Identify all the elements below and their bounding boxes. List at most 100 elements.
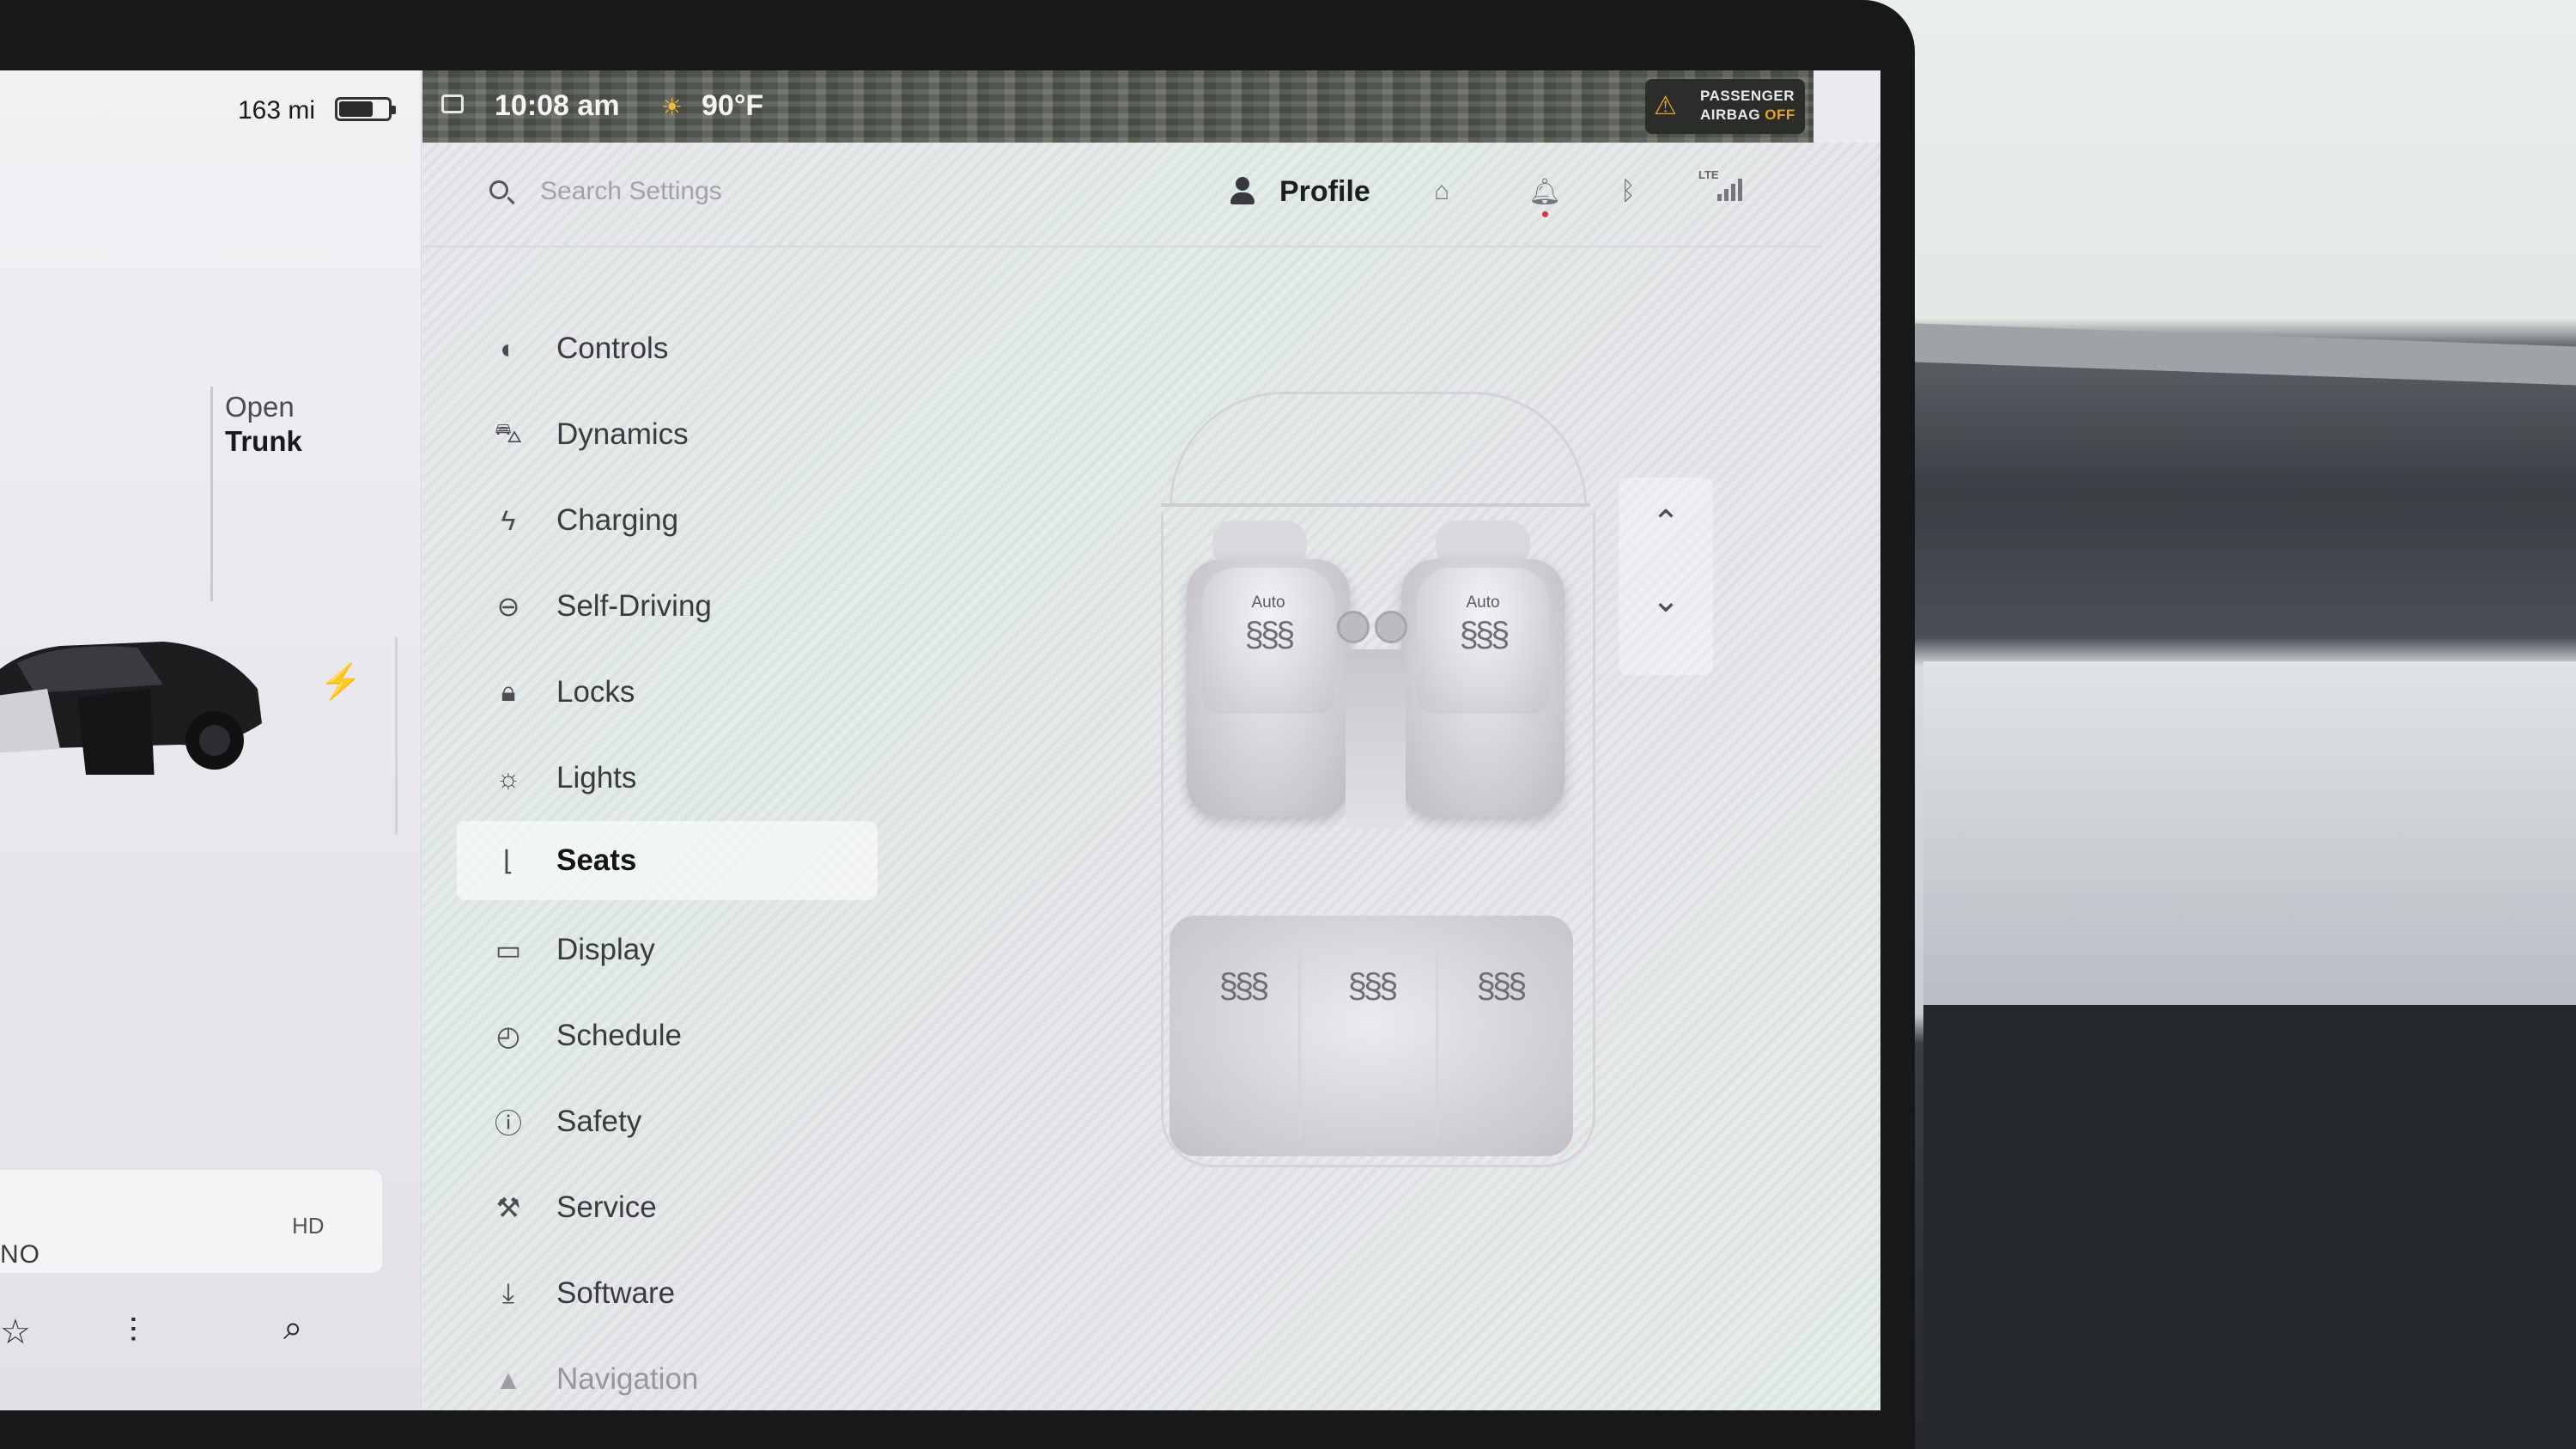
windshield-outline [1170, 392, 1587, 506]
lock-icon: 🔒︎ [501, 676, 516, 707]
menu-item-label: Safety [556, 1105, 642, 1138]
notification-bell-icon[interactable]: 🔔︎ [1528, 177, 1561, 207]
rear-seat-bench: §§§ §§§ §§§ [1170, 916, 1573, 1156]
download-icon: ⤓ [501, 1277, 515, 1308]
display-icon: ▭ [495, 935, 522, 965]
menu-item-lights[interactable]: ☼ Lights [457, 735, 878, 821]
menu-item-locks[interactable]: 🔒︎ Locks [457, 649, 878, 735]
menu-item-self-driving[interactable]: ⊖ Self-Driving [457, 563, 878, 649]
menu-item-label: Lights [556, 761, 637, 795]
status-bar: 10:08 am ☀ 90°F ⚠ PASSENGER AIRBAG OFF [422, 70, 1814, 143]
media-station-text: NO [0, 1240, 40, 1269]
dashboard-lower [1923, 1005, 2576, 1449]
bolt-icon: ϟ [501, 504, 516, 536]
driver-seat-mode: Auto [1251, 594, 1285, 612]
media-search-icon[interactable]: ⌕ [283, 1309, 302, 1348]
menu-item-label: Dynamics [556, 417, 689, 451]
cellular-signal-icon [1717, 177, 1747, 201]
open-trunk-button[interactable]: Open Trunk [225, 390, 302, 459]
car-render [0, 642, 262, 775]
rear-center-seat-heater[interactable]: §§§ [1307, 967, 1436, 1006]
profile-icon[interactable] [1230, 177, 1255, 208]
rear-right-seat-heater[interactable]: §§§ [1436, 967, 1564, 1006]
menu-item-schedule[interactable]: ◴ Schedule [457, 993, 878, 1079]
toggle-icon: ◐ [500, 332, 517, 364]
homelink-garage-icon[interactable]: ⌂ [1434, 177, 1449, 206]
lock-status-icon[interactable] [441, 94, 464, 113]
seat-scroll-controls: ⌃ ⌄ [1619, 478, 1713, 675]
car-panel: 163 mi Open Trunk ⚡ NO HD ☆ ⫶ ⌕ [0, 70, 422, 1410]
outside-temperature: 90°F [702, 89, 764, 122]
menu-item-label: Self-Driving [556, 589, 712, 623]
menu-item-label: Service [556, 1190, 657, 1224]
menu-item-service[interactable]: ⚒ Service [457, 1165, 878, 1251]
menu-item-label: Display [556, 933, 655, 966]
favorite-star-icon[interactable]: ☆ [0, 1312, 31, 1352]
menu-item-software[interactable]: ⤓ Software [457, 1251, 878, 1336]
clock-icon: ◴ [496, 1020, 520, 1051]
center-console [1346, 649, 1406, 830]
trunk-indicator-line [210, 387, 213, 601]
chevron-down-icon[interactable]: ⌄ [1619, 581, 1713, 620]
airbag-label-line1: PASSENGER [1700, 88, 1795, 104]
steering-wheel-icon: ⊖ [496, 591, 520, 622]
hd-radio-badge: HD [292, 1213, 325, 1239]
media-player[interactable] [0, 1170, 382, 1273]
lte-label: LTE [1698, 168, 1719, 181]
open-trunk-label-line2: Trunk [225, 425, 302, 457]
dashboard-outline [1161, 503, 1590, 507]
sun-icon: ☼ [495, 762, 521, 794]
driver-seat-heater[interactable]: Auto §§§ [1187, 559, 1350, 817]
settings-panel: Profile ⌂ 🔔︎ ᛒ LTE ◐ Controls ⛍ Dynamics ϟ Ch… [422, 143, 1880, 1410]
weather-sun-icon: ☀ [661, 94, 683, 120]
range-readout: 163 mi [238, 96, 316, 125]
divider [395, 637, 398, 835]
menu-item-navigation[interactable]: ▲ Navigation [457, 1336, 878, 1410]
menu-item-label: Controls [556, 332, 669, 365]
airbag-label-line2: AIRBAG OFF [1700, 107, 1795, 124]
menu-item-label: Navigation [556, 1362, 699, 1396]
charging-bolt-icon: ⚡ [319, 663, 362, 701]
menu-item-seats[interactable]: ⌊ Seats [457, 821, 878, 900]
menu-item-label: Seats [556, 843, 637, 877]
equalizer-icon[interactable]: ⫶ [129, 1312, 137, 1351]
clock: 10:08 am [495, 89, 620, 122]
menu-item-dynamics[interactable]: ⛍ Dynamics [457, 392, 878, 478]
menu-item-controls[interactable]: ◐ Controls [457, 306, 878, 392]
profile-button[interactable]: Profile [1279, 175, 1370, 209]
navigation-arrow-icon: ▲ [495, 1363, 522, 1395]
open-trunk-label-line1: Open [225, 391, 295, 423]
menu-item-label: Software [556, 1276, 676, 1310]
chevron-up-icon[interactable]: ⌃ [1619, 503, 1713, 543]
bluetooth-icon[interactable]: ᛒ [1620, 177, 1636, 206]
battery-icon [335, 97, 396, 121]
cupholder [1337, 611, 1414, 645]
passenger-heat-icon: §§§ [1459, 616, 1510, 654]
menu-item-label: Schedule [556, 1019, 682, 1052]
menu-item-display[interactable]: ▭ Display [457, 907, 878, 993]
airbag-label-prefix: AIRBAG [1700, 107, 1761, 123]
menu-item-label: Charging [556, 503, 679, 537]
menu-item-label: Locks [556, 675, 635, 709]
dashboard-panel [1923, 661, 2576, 1005]
settings-header: Profile ⌂ 🔔︎ ᛒ LTE [422, 143, 1822, 247]
search-icon [489, 180, 508, 199]
media-controls: ☆ ⫶ ⌕ [0, 1290, 395, 1393]
search-settings-input[interactable] [538, 172, 902, 211]
airbag-label-state: OFF [1765, 107, 1795, 123]
menu-item-charging[interactable]: ϟ Charging [457, 478, 878, 563]
wrench-icon: ⚒ [495, 1192, 521, 1223]
rear-left-seat-heater[interactable]: §§§ [1178, 967, 1307, 1006]
seat-heater-diagram: Auto §§§ Auto §§§ §§§ §§§ §§§ [1144, 392, 1607, 1167]
passenger-airbag-status: ⚠ PASSENGER AIRBAG OFF [1645, 79, 1805, 134]
menu-item-safety[interactable]: ⓘ Safety [457, 1079, 878, 1165]
screen-bezel: 163 mi Open Trunk ⚡ NO HD ☆ ⫶ ⌕ 10:08 am… [0, 0, 1915, 1449]
notification-dot [1542, 211, 1548, 217]
settings-menu: ◐ Controls ⛍ Dynamics ϟ Charging ⊖ Self-Driving… [457, 306, 878, 1410]
car-icon: ⛍ [494, 417, 523, 448]
driver-heat-icon: §§§ [1244, 616, 1296, 654]
passenger-seat-heater[interactable]: Auto §§§ [1401, 559, 1564, 817]
airbag-icon: ⚠ [1654, 92, 1677, 120]
passenger-seat-mode: Auto [1466, 594, 1500, 612]
seat-icon: ⌊ [502, 845, 514, 876]
